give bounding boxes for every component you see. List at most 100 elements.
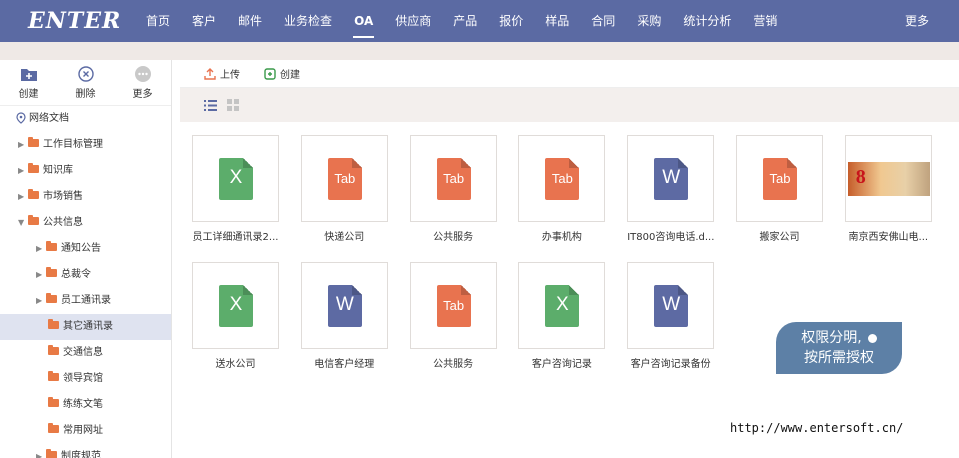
file-item[interactable]: W 电信客户经理 — [300, 262, 388, 370]
file-name: 送水公司 — [215, 359, 256, 370]
file-item[interactable]: Tab 搬家公司 — [736, 135, 823, 243]
tree-item-label: 工作目标管理 — [43, 139, 103, 150]
nav-item-2[interactable]: 邮件 — [227, 0, 273, 42]
nav-item-5[interactable]: 供应商 — [384, 0, 442, 42]
file-item[interactable]: Tab 公共服务 — [409, 135, 497, 243]
folder-icon — [48, 319, 59, 329]
file-item[interactable]: W 客户咨询记录备份 — [627, 262, 715, 370]
tree-item[interactable]: ▼ 公共信息 — [0, 210, 171, 236]
tree-item[interactable]: 交通信息 — [0, 340, 171, 366]
nav-item-8[interactable]: 样品 — [534, 0, 580, 42]
nav-more[interactable]: 更多 — [905, 0, 929, 42]
header-band — [0, 42, 959, 60]
file-name: 员工详细通讯录2... — [192, 232, 279, 243]
create-button[interactable]: 创建 — [264, 66, 300, 81]
top-nav-bar: ENTER 首页 客户 邮件 业务检查 OA 供应商 产品 报价 样品 合同 采购 统计分析 营销 更多 — [0, 0, 959, 42]
tree-root[interactable]: 网络文档 — [0, 106, 171, 132]
nav-item-3[interactable]: 业务检查 — [273, 0, 343, 42]
upload-button[interactable]: 上传 — [204, 66, 240, 81]
file-item[interactable]: X 客户咨询记录 — [518, 262, 606, 370]
nav-item-6[interactable]: 产品 — [442, 0, 488, 42]
file-thumbnail[interactable]: X — [192, 262, 279, 349]
tab-file-icon: Tab — [763, 158, 797, 200]
list-view-icon[interactable] — [204, 99, 217, 111]
folder-add-icon — [20, 69, 37, 81]
caret-right-icon[interactable]: ▶ — [18, 184, 28, 210]
tree-item[interactable]: ▶ 知识库 — [0, 158, 171, 184]
caret-right-icon[interactable]: ▶ — [36, 262, 46, 288]
file-name: 电信客户经理 — [314, 359, 375, 370]
file-thumbnail[interactable]: X — [192, 135, 279, 222]
tree-item-label: 常用网址 — [63, 425, 103, 436]
folder-icon — [48, 345, 59, 355]
delete-button[interactable]: 删除 — [57, 60, 114, 105]
tree-item[interactable]: ▶ 员工通讯录 — [0, 288, 171, 314]
tree-item-label: 总裁令 — [61, 269, 91, 280]
word-file-icon: W — [654, 285, 689, 327]
caret-right-icon[interactable]: ▶ — [36, 288, 46, 314]
nav-item-10[interactable]: 采购 — [626, 0, 672, 42]
nav-item-1[interactable]: 客户 — [181, 0, 227, 42]
folder-tree: 网络文档 ▶ 工作目标管理 ▶ 知识库 ▶ 市场销售 ▼ 公共信息 ▶ 通知公告 ▶ 总裁令 ▶ 员工通讯… — [0, 106, 171, 458]
tree-item-label: 公共信息 — [43, 217, 83, 228]
file-name: IT800咨询电话.d... — [627, 232, 715, 243]
more-button[interactable]: 更多 — [114, 60, 171, 105]
file-type-label: Tab — [334, 171, 356, 186]
view-switcher — [180, 88, 959, 122]
create-folder-button[interactable]: 创建 — [0, 60, 57, 105]
caret-right-icon[interactable]: ▶ — [36, 444, 46, 458]
file-item[interactable]: W IT800咨询电话.d... — [627, 135, 715, 243]
file-item[interactable]: 8 南京西安佛山电... — [844, 135, 932, 243]
caret-right-icon[interactable]: ▶ — [18, 158, 28, 184]
tree-item[interactable]: ▶ 通知公告 — [0, 236, 171, 262]
nav-item-12[interactable]: 营销 — [742, 0, 788, 42]
file-item[interactable]: Tab 公共服务 — [409, 262, 497, 370]
file-thumbnail[interactable]: Tab — [409, 135, 497, 222]
tree-item-label: 其它通讯录 — [63, 321, 113, 332]
file-item[interactable]: X 送水公司 — [192, 262, 279, 370]
sidebar-toolbar: 创建 删除 更多 — [0, 60, 171, 106]
tab-file-icon: Tab — [436, 158, 471, 200]
nav-item-4[interactable]: OA — [343, 0, 384, 42]
tree-item[interactable]: ▶ 工作目标管理 — [0, 132, 171, 158]
file-thumbnail[interactable]: Tab — [409, 262, 497, 349]
file-thumbnail[interactable]: W — [627, 262, 715, 349]
badge-dot — [867, 333, 877, 343]
file-thumbnail[interactable]: W — [300, 262, 388, 349]
nav-item-11[interactable]: 统计分析 — [672, 0, 742, 42]
tree-item[interactable]: ▶ 总裁令 — [0, 262, 171, 288]
tree-item-label: 市场销售 — [43, 191, 83, 202]
tree-item[interactable]: 练练文笔 — [0, 392, 171, 418]
file-item[interactable]: Tab 办事机构 — [518, 135, 606, 243]
file-thumbnail[interactable]: 8 — [844, 135, 932, 222]
word-file-icon: W — [654, 158, 689, 200]
file-type-label: W — [335, 294, 354, 315]
tree-item-label: 通知公告 — [61, 243, 101, 254]
nav-item-7[interactable]: 报价 — [488, 0, 534, 42]
grid-view-icon[interactable] — [227, 99, 239, 111]
nav-item-9[interactable]: 合同 — [580, 0, 626, 42]
folder-sidebar: 创建 删除 更多 网络文档 ▶ 工作目标管理 ▶ 知识库 ▶ 市场销售 ▼ 公共信息 ▶ 通知公告… — [0, 60, 172, 458]
tree-item[interactable]: 常用网址 — [0, 418, 171, 444]
tab-file-icon: Tab — [545, 158, 580, 200]
file-item[interactable]: Tab 快递公司 — [300, 135, 388, 243]
file-thumbnail[interactable]: W — [627, 135, 715, 222]
brand-logo[interactable]: ENTER — [28, 8, 121, 34]
folder-icon — [28, 189, 39, 199]
tree-item[interactable]: 领导宾馆 — [0, 366, 171, 392]
tree-item[interactable]: 其它通讯录 — [0, 314, 171, 340]
caret-right-icon[interactable]: ▶ — [36, 236, 46, 262]
file-item[interactable]: X 员工详细通讯录2... — [192, 135, 279, 243]
file-thumbnail[interactable]: Tab — [300, 135, 388, 222]
caret-right-icon[interactable]: ▶ — [18, 132, 28, 158]
nav-item-0[interactable]: 首页 — [135, 0, 181, 42]
watermark-url: http://www.entersoft.cn/ — [730, 421, 904, 435]
image-preview-text: 8 — [855, 166, 866, 188]
file-thumbnail[interactable]: Tab — [518, 135, 606, 222]
caret-down-icon[interactable]: ▼ — [18, 210, 28, 236]
file-type-label: Tab — [443, 298, 465, 313]
file-thumbnail[interactable]: Tab — [736, 135, 823, 222]
tree-item[interactable]: ▶ 制度规范 — [0, 444, 171, 458]
file-thumbnail[interactable]: X — [518, 262, 606, 349]
tree-item[interactable]: ▶ 市场销售 — [0, 184, 171, 210]
